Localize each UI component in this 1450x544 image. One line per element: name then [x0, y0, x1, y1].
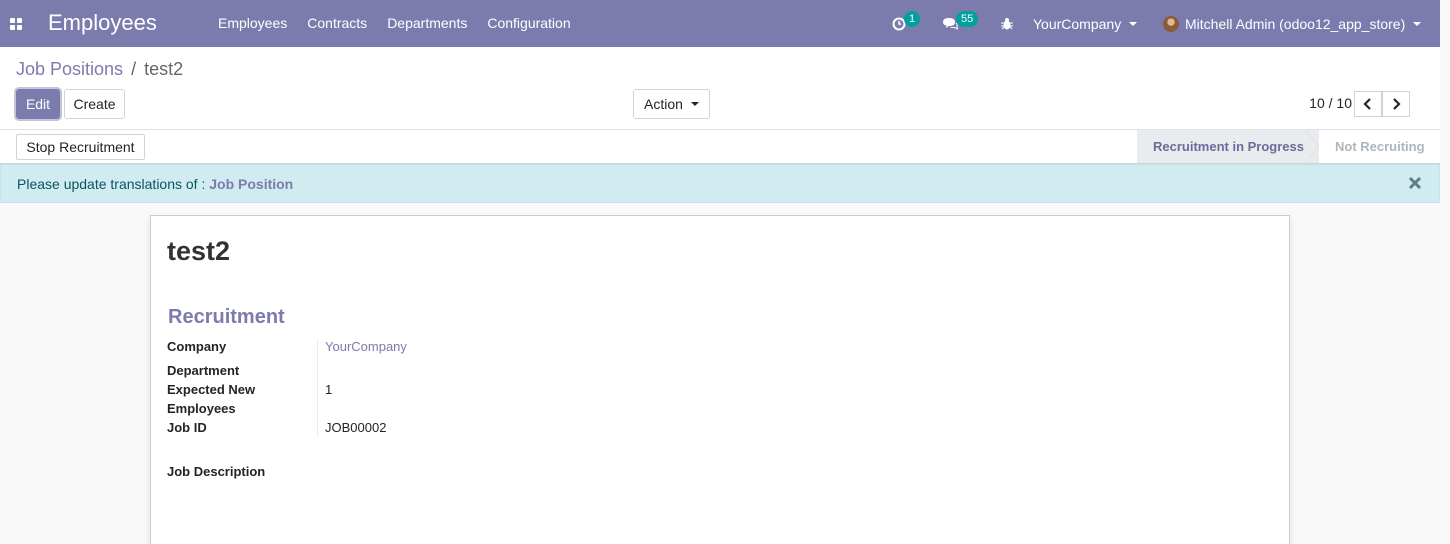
main-navbar: Employees Employees Contracts Department… [0, 0, 1440, 47]
alert-link[interactable]: Job Position [209, 176, 293, 192]
debug-menu[interactable] [1000, 0, 1016, 47]
chevron-down-icon [1129, 21, 1138, 26]
avatar [1163, 15, 1179, 32]
status-bar: Stop Recruitment Recruitment in Progress… [0, 130, 1440, 164]
alert-text: Please update translations of : [17, 176, 210, 192]
create-button[interactable]: Create [64, 89, 125, 119]
action-label: Action [644, 96, 683, 112]
breadcrumb: Job Positions / test2 [16, 59, 183, 80]
menu-item-configuration[interactable]: Configuration [477, 0, 580, 47]
messaging-menu[interactable]: 55 [942, 0, 982, 47]
chevron-down-icon [690, 102, 699, 106]
alert-message: Please update translations of : Job Posi… [17, 176, 293, 192]
chevron-down-icon [1413, 21, 1422, 26]
translation-alert: Please update translations of : Job Posi… [0, 164, 1440, 203]
pager-value[interactable]: 10 / 10 [1309, 95, 1352, 111]
company-name: YourCompany [1033, 15, 1122, 32]
form-sheet: test2 Recruitment Company YourCompany De… [150, 215, 1290, 544]
breadcrumb-current: test2 [144, 59, 184, 79]
stage-label: Not Recruiting [1335, 139, 1425, 154]
user-name: Mitchell Admin (odoo12_app_store) [1185, 15, 1406, 32]
top-menu: Employees Contracts Departments Configur… [208, 0, 581, 47]
control-panel: Job Positions / test2 Edit Create Action… [0, 47, 1440, 130]
user-menu[interactable]: Mitchell Admin (odoo12_app_store) [1163, 0, 1422, 47]
pager-previous-button[interactable] [1354, 91, 1382, 117]
department-label: Department [167, 363, 240, 378]
expected-new-employees-label: Expected New Employees [167, 382, 256, 416]
close-icon[interactable] [1407, 175, 1423, 191]
messages-badge: 55 [956, 11, 979, 27]
expected-new-employees-value: 1 [325, 382, 333, 397]
apps-menu-icon[interactable] [10, 18, 22, 30]
app-title[interactable]: Employees [48, 10, 157, 36]
breadcrumb-separator: / [131, 59, 137, 79]
menu-item-departments[interactable]: Departments [377, 0, 477, 47]
stage-label: Recruitment in Progress [1153, 139, 1304, 154]
job-id-value: JOB00002 [325, 420, 387, 435]
edit-button[interactable]: Edit [16, 89, 60, 119]
company-switcher[interactable]: YourCompany [1033, 0, 1138, 47]
breadcrumb-parent[interactable]: Job Positions [16, 59, 123, 80]
menu-item-contracts[interactable]: Contracts [297, 0, 377, 47]
record-title: test2 [167, 236, 231, 266]
job-description-label: Job Description [167, 464, 266, 479]
stage-recruitment-in-progress[interactable]: Recruitment in Progress [1137, 130, 1319, 163]
stage-arrow [1305, 130, 1319, 163]
bug-icon [1001, 17, 1013, 29]
pager-next-button[interactable] [1382, 91, 1410, 117]
stop-recruitment-button[interactable]: Stop Recruitment [16, 134, 145, 160]
stage-not-recruiting[interactable]: Not Recruiting [1335, 130, 1425, 163]
field-divider [317, 338, 318, 438]
job-id-label: Job ID [167, 420, 207, 435]
menu-item-employees[interactable]: Employees [208, 0, 297, 47]
activity-menu[interactable]: 1 [892, 0, 922, 47]
chevron-right-icon [1393, 98, 1401, 110]
activity-badge: 1 [904, 11, 921, 27]
group-title: Recruitment [168, 306, 285, 328]
company-label: Company [167, 339, 227, 354]
action-dropdown[interactable]: Action [633, 89, 710, 119]
company-value[interactable]: YourCompany [325, 337, 407, 356]
chevron-left-icon [1363, 98, 1371, 110]
